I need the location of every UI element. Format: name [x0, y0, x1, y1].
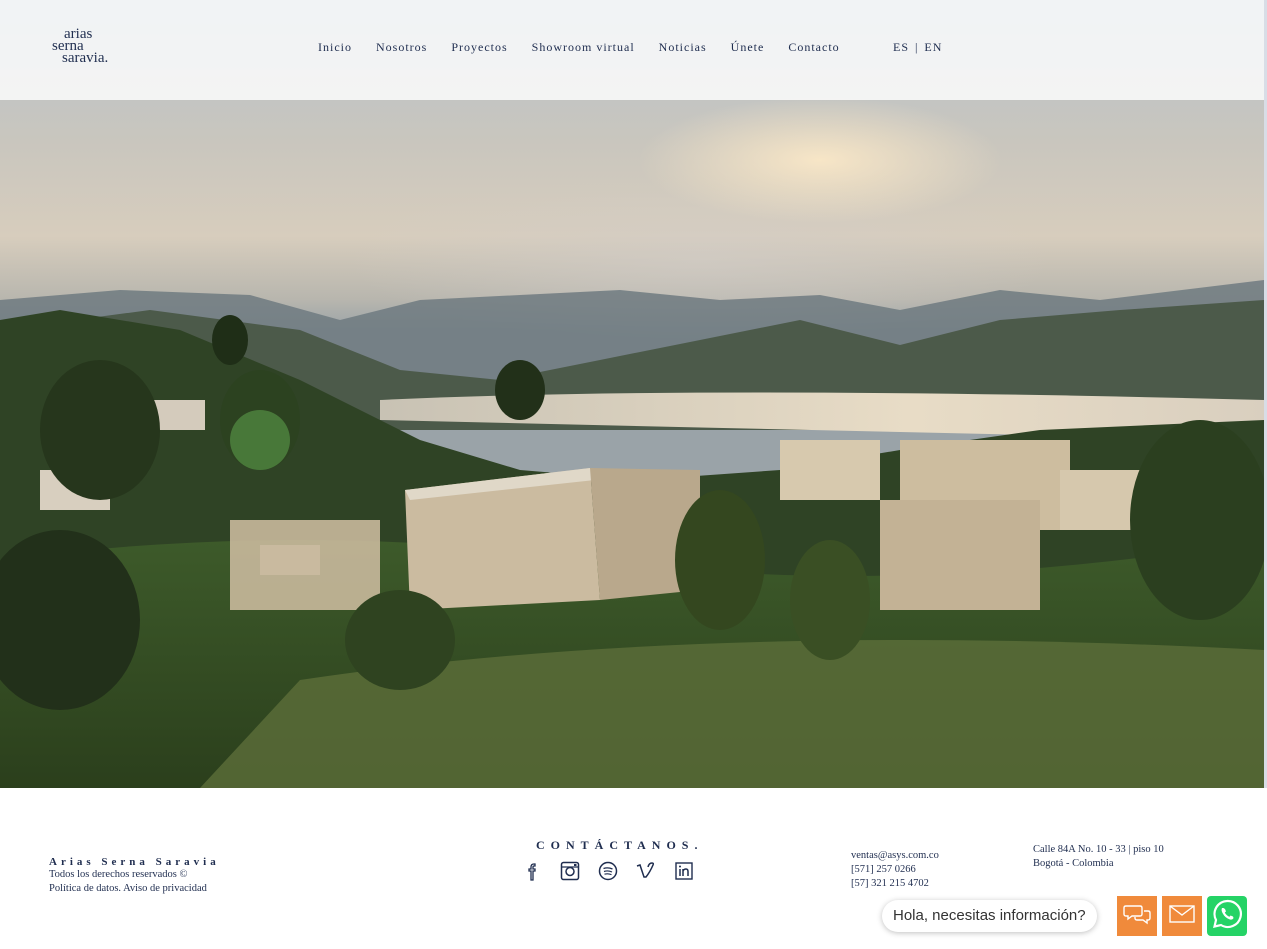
linkedin-icon[interactable]	[673, 860, 695, 882]
address-line-1: Calle 84A No. 10 - 33 | piso 10	[1033, 844, 1164, 855]
chat-prompt-bubble[interactable]: Hola, necesitas información?	[882, 900, 1097, 932]
facebook-icon[interactable]	[521, 860, 543, 882]
language-switcher: ES | EN	[893, 40, 942, 55]
footer-contact-details: ventas@asys.com.co [571] 257 0266 [57] 3…	[851, 849, 939, 891]
whatsapp-icon	[1211, 898, 1243, 935]
email-button[interactable]	[1162, 896, 1202, 936]
spotify-icon[interactable]	[597, 860, 619, 882]
lang-separator: |	[915, 40, 919, 54]
lang-es[interactable]: ES	[893, 40, 909, 54]
main-nav: Inicio Nosotros Proyectos Showroom virtu…	[318, 40, 864, 55]
hero-image	[0, 0, 1264, 788]
nav-proyectos[interactable]: Proyectos	[451, 40, 507, 55]
nav-nosotros[interactable]: Nosotros	[376, 40, 427, 55]
nav-unete[interactable]: Únete	[731, 40, 765, 55]
lang-en[interactable]: EN	[924, 40, 942, 54]
landscape-illustration	[0, 280, 1264, 788]
rights-text: Todos los derechos reservados ©	[49, 869, 188, 880]
contact-phone-1[interactable]: [571] 257 0266	[851, 863, 939, 877]
chat-button[interactable]	[1117, 896, 1157, 936]
nav-noticias[interactable]: Noticias	[659, 40, 707, 55]
brand-logo[interactable]: arias serna saravia.	[52, 27, 132, 68]
logo-line-3: saravia.	[62, 50, 109, 66]
footer-company-block: Arias Serna Saravia Todos los derechos r…	[49, 856, 220, 896]
contact-phone-2[interactable]: [57] 321 215 4702	[851, 877, 939, 891]
address-line-2: Bogotá - Colombia	[1033, 858, 1114, 869]
footer-address: Calle 84A No. 10 - 33 | piso 10 Bogotá -…	[1033, 843, 1164, 871]
vimeo-icon[interactable]	[635, 860, 657, 882]
top-navbar: arias serna saravia. Inicio Nosotros Pro…	[0, 0, 1264, 100]
chat-icon	[1123, 903, 1151, 930]
social-links	[521, 860, 695, 882]
whatsapp-button[interactable]	[1207, 896, 1247, 936]
nav-inicio[interactable]: Inicio	[318, 40, 352, 55]
nav-contacto[interactable]: Contacto	[788, 40, 839, 55]
company-name: Arias Serna Saravia	[49, 856, 220, 868]
contact-email[interactable]: ventas@asys.com.co	[851, 849, 939, 863]
mail-icon	[1169, 904, 1195, 928]
nav-showroom-virtual[interactable]: Showroom virtual	[532, 40, 635, 55]
privacy-link[interactable]: Política de datos. Aviso de privacidad	[49, 882, 220, 896]
contact-title: CONTÁCTANOS.	[536, 838, 704, 852]
instagram-icon[interactable]	[559, 860, 581, 882]
